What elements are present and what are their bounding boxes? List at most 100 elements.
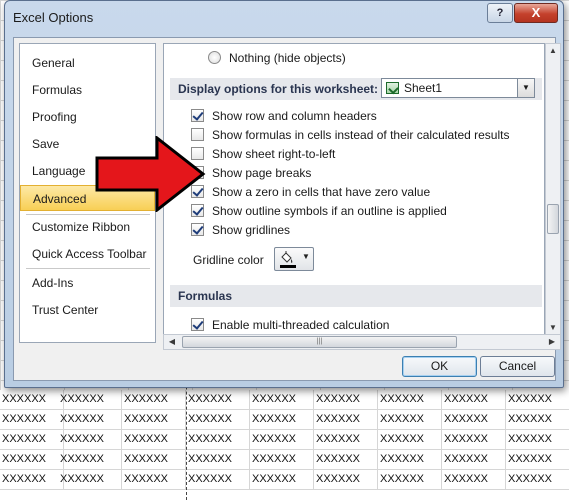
help-button[interactable]: ? [487, 3, 513, 23]
sheet-row: XXXXXX XXXXXX XXXXXX XXXXXX XXXXXX XXXXX… [0, 450, 569, 470]
sheet-cell[interactable]: XXXXXX [442, 450, 506, 470]
radio-option-nothing[interactable]: Nothing (hide objects) [208, 50, 346, 66]
sheet-cell[interactable]: XXXXXX [378, 410, 442, 430]
dialog-title: Excel Options [13, 10, 94, 25]
option-label: Show a zero in cells that have zero valu… [212, 185, 431, 199]
gridline-color-swatch [280, 265, 296, 268]
sheet-cell[interactable]: XXXXXX [250, 390, 314, 410]
sheet-cell[interactable]: XXXXXX [186, 410, 250, 430]
scroll-left-icon[interactable]: ◀ [164, 335, 180, 349]
sheet-cell[interactable]: XXXXXX [506, 410, 569, 430]
sheet-cell[interactable]: XXXXXX [506, 470, 569, 490]
worksheet-select-value: Sheet1 [404, 81, 443, 95]
sheet-cell[interactable]: XXXXXX [314, 470, 378, 490]
sheet-cell[interactable]: XXXXXX [186, 450, 250, 470]
radio-button[interactable] [208, 51, 221, 64]
gridline-color-label: Gridline color [193, 253, 264, 267]
sheet-cell[interactable]: XXXXXX [442, 410, 506, 430]
option-show-sheet-right-to-left[interactable]: Show sheet right-to-left [191, 146, 335, 162]
chevron-down-icon[interactable]: ▼ [517, 79, 534, 97]
sheet-cell[interactable]: XXXXXX [186, 470, 250, 490]
gridline-color-picker[interactable]: ▼ [274, 247, 314, 271]
nav-item-add-ins[interactable]: Add-Ins [20, 270, 155, 296]
horizontal-scroll-thumb[interactable]: ||| [182, 336, 457, 348]
sheet-cell[interactable]: XXXXXX [250, 470, 314, 490]
sheet-cell[interactable]: XXXXXX [186, 390, 250, 410]
sheet-cell[interactable]: XXXXXX [314, 390, 378, 410]
option-show-page-breaks[interactable]: Show page breaks [191, 165, 311, 181]
sheet-row: XXXXXX XXXXXX XXXXXX XXXXXX XXXXXX XXXXX… [0, 390, 569, 410]
sheet-cell[interactable]: XXXXXX [314, 410, 378, 430]
sheet-cell[interactable]: XXXXXX [186, 430, 250, 450]
ok-button[interactable]: OK [402, 356, 477, 377]
option-show-gridlines[interactable]: Show gridlines [191, 222, 290, 238]
scroll-right-icon[interactable]: ▶ [544, 335, 560, 349]
sheet-cell[interactable]: XXXXXX [58, 470, 122, 490]
sheet-cell[interactable]: XXXXXX [122, 410, 186, 430]
sheet-cell[interactable]: XXXXXX [0, 430, 64, 450]
chevron-down-icon[interactable]: ▼ [302, 252, 310, 261]
option-show-zero-values[interactable]: Show a zero in cells that have zero valu… [191, 184, 430, 200]
nav-item-formulas[interactable]: Formulas [20, 77, 155, 103]
option-label: Enable multi-threaded calculation [212, 318, 390, 332]
sheet-cell[interactable]: XXXXXX [0, 390, 64, 410]
paint-bucket-icon [281, 251, 293, 263]
sheet-cell[interactable]: XXXXXX [506, 450, 569, 470]
sheet-cell[interactable]: XXXXXX [250, 430, 314, 450]
sheet-cell[interactable]: XXXXXX [442, 390, 506, 410]
scroll-down-icon[interactable]: ▼ [546, 321, 560, 335]
sheet-cell[interactable]: XXXXXX [0, 450, 64, 470]
sheet-cell[interactable]: XXXXXX [506, 430, 569, 450]
sheet-row: XXXXXX XXXXXX XXXXXX XXXXXX XXXXXX XXXXX… [0, 410, 569, 430]
sheet-cell[interactable]: XXXXXX [0, 470, 64, 490]
sheet-cell[interactable]: XXXXXX [378, 430, 442, 450]
horizontal-scrollbar[interactable]: ◀ ||| ▶ [163, 334, 561, 350]
radio-label: Nothing (hide objects) [229, 51, 346, 65]
nav-item-trust-center[interactable]: Trust Center [20, 297, 155, 323]
formulas-section-header: Formulas [170, 285, 542, 307]
sheet-cell[interactable]: XXXXXX [122, 450, 186, 470]
option-show-row-column-headers[interactable]: Show row and column headers [191, 108, 377, 124]
option-label: Show outline symbols if an outline is ap… [212, 204, 447, 218]
sheet-cell[interactable]: XXXXXX [250, 410, 314, 430]
sheet-cell[interactable]: XXXXXX [58, 430, 122, 450]
option-multi-threaded-calculation[interactable]: Enable multi-threaded calculation [191, 317, 389, 333]
sheet-row: XXXXXX XXXXXX XXXXXX XXXXXX XXXXXX XXXXX… [0, 430, 569, 450]
nav-item-quick-access-toolbar[interactable]: Quick Access Toolbar [20, 241, 155, 267]
sheet-cell[interactable]: XXXXXX [506, 390, 569, 410]
checkbox[interactable] [191, 318, 204, 331]
nav-item-proofing[interactable]: Proofing [20, 104, 155, 130]
sheet-cell[interactable]: XXXXXX [58, 450, 122, 470]
sheet-cell[interactable]: XXXXXX [378, 450, 442, 470]
checkbox[interactable] [191, 109, 204, 122]
sheet-cell[interactable]: XXXXXX [58, 410, 122, 430]
dialog-titlebar[interactable]: Excel Options ? X [5, 1, 563, 33]
worksheet-select[interactable]: Sheet1 ▼ [381, 78, 535, 98]
option-show-outline-symbols[interactable]: Show outline symbols if an outline is ap… [191, 203, 447, 219]
sheet-cell[interactable]: XXXXXX [122, 390, 186, 410]
nav-item-customize-ribbon[interactable]: Customize Ribbon [20, 214, 155, 240]
sheet-cell[interactable]: XXXXXX [378, 470, 442, 490]
cancel-button[interactable]: Cancel [480, 356, 555, 377]
sheet-cell[interactable]: XXXXXX [122, 470, 186, 490]
sheet-cell[interactable]: XXXXXX [442, 430, 506, 450]
sheet-cell[interactable]: XXXXXX [314, 430, 378, 450]
sheet-cell[interactable]: XXXXXX [378, 390, 442, 410]
vertical-scrollbar[interactable]: ▲ ▼ [545, 43, 561, 336]
sheet-cell[interactable]: XXXXXX [314, 450, 378, 470]
option-label: Show formulas in cells instead of their … [212, 128, 510, 142]
sheet-cell[interactable]: XXXXXX [58, 390, 122, 410]
nav-item-general[interactable]: General [20, 50, 155, 76]
option-show-formulas[interactable]: Show formulas in cells instead of their … [191, 127, 509, 143]
scroll-up-icon[interactable]: ▲ [546, 44, 560, 58]
vertical-scroll-thumb[interactable] [547, 204, 559, 234]
option-label: Show sheet right-to-left [212, 147, 336, 161]
close-button[interactable]: X [514, 3, 558, 23]
checkbox[interactable] [191, 223, 204, 236]
sheet-cell[interactable]: XXXXXX [250, 450, 314, 470]
sheet-cell[interactable]: XXXXXX [122, 430, 186, 450]
sheet-cell[interactable]: XXXXXX [442, 470, 506, 490]
sheet-cell[interactable]: XXXXXX [0, 410, 64, 430]
option-label: Show gridlines [212, 223, 291, 237]
excel-sheet-icon [386, 82, 399, 94]
